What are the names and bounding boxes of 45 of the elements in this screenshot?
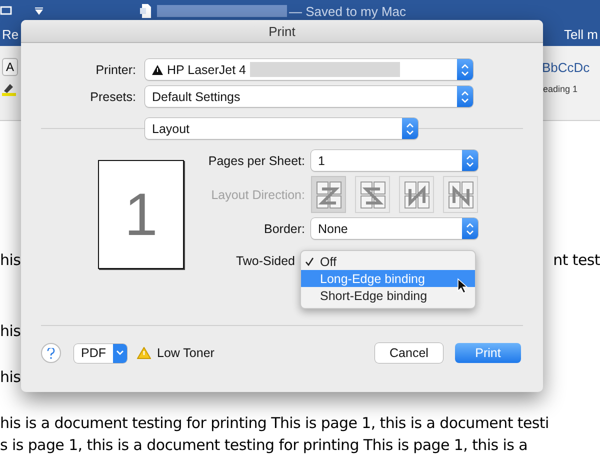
question-mark-icon: [47, 348, 55, 358]
document-icon: [139, 3, 153, 19]
chevron-icon: [113, 344, 127, 362]
pages-per-sheet-popup[interactable]: 1: [311, 150, 478, 171]
document-text: his: [0, 250, 21, 271]
mouse-pointer-icon: [457, 278, 468, 294]
pdf-button[interactable]: PDF: [74, 344, 127, 362]
dialog-title: Print: [268, 24, 296, 38]
stepper-icon: [457, 59, 473, 80]
menu-item[interactable]: Off: [301, 253, 475, 270]
menu-item[interactable]: Short-Edge binding: [301, 287, 475, 304]
printer-popup[interactable]: HP LaserJet 4: [145, 59, 473, 80]
section-popup[interactable]: Layout: [145, 118, 418, 139]
style-preview[interactable]: BbCcDc: [542, 60, 590, 75]
warning-icon: [152, 64, 163, 74]
dropdown-icon[interactable]: [34, 7, 44, 15]
field-label: Pages per Sheet:: [207, 154, 305, 168]
field-label: Printer:: [94, 62, 136, 76]
field-label: Two-Sided: [234, 252, 295, 268]
document-text: his is a document testing for printing This is page 1, this is a document testi: [0, 413, 549, 434]
stepper-icon: [457, 86, 473, 107]
stepper-icon: [462, 218, 478, 239]
tell-me-field[interactable]: Tell m: [564, 26, 600, 42]
stepper-icon: [462, 150, 478, 171]
warning-text: Low Toner: [157, 346, 214, 360]
field-label: Presets:: [89, 90, 136, 104]
warning-icon: [137, 347, 151, 359]
stepper-icon: [402, 118, 418, 139]
highlighter-icon[interactable]: [2, 82, 16, 96]
border-popup[interactable]: None: [311, 218, 478, 239]
ribbon-tab[interactable]: Re: [0, 26, 19, 42]
checkmark-icon: [305, 257, 314, 266]
presets-popup[interactable]: Default Settings: [145, 86, 473, 107]
field-label: Layout Direction:: [210, 188, 305, 202]
help-button[interactable]: [41, 343, 61, 363]
document-text: his: [0, 367, 21, 388]
font-button[interactable]: A: [2, 58, 18, 76]
cancel-button[interactable]: Cancel: [375, 343, 443, 363]
document-text: nt test: [553, 250, 600, 271]
style-name: eading 1: [543, 84, 578, 94]
window-title: — Saved to my Mac: [289, 4, 406, 18]
field-label: Border:: [263, 222, 305, 236]
document-text: his: [0, 321, 21, 342]
page-number: 1: [124, 180, 158, 249]
document-text: s is page 1, this is a document testing for printing This is page 1, this is a: [0, 435, 528, 456]
